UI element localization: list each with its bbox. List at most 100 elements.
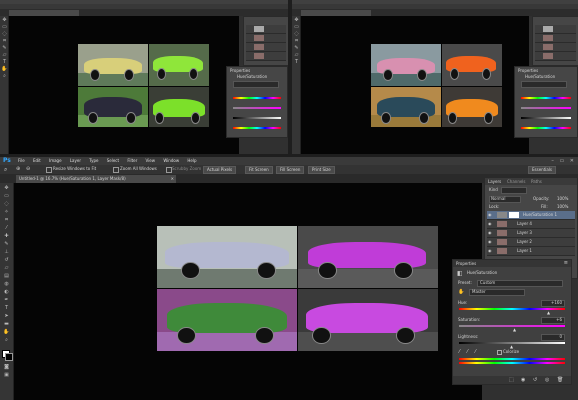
brush-tool-icon[interactable]: ✎ (293, 46, 300, 51)
reset-icon[interactable]: ↺ (533, 377, 537, 383)
brush-tool-icon[interactable]: ✎ (1, 46, 8, 51)
menu-image[interactable]: Image (49, 157, 62, 164)
eyedropper-minus-icon[interactable]: ⁄ (475, 349, 476, 355)
layer-row[interactable] (246, 43, 286, 52)
fit-screen-button[interactable]: Fit Screen (245, 166, 273, 174)
eyedropper-icon[interactable]: ⁄ (459, 349, 460, 355)
lasso-tool-icon[interactable]: ◌ (1, 32, 8, 37)
maximize-icon[interactable]: ▭ (559, 158, 564, 164)
blur-tool-icon[interactable]: ◍ (1, 282, 12, 287)
menu-edit[interactable]: Edit (33, 157, 41, 164)
hand-tool-icon[interactable]: ✋ (1, 330, 12, 335)
menu-filter[interactable]: Filter (127, 157, 137, 164)
eyedropper-plus-icon[interactable]: ⁄ (467, 349, 468, 355)
shape-tool-icon[interactable]: ▬ (1, 322, 12, 327)
blend-mode-select[interactable]: Normal (489, 196, 521, 203)
text-tool-icon[interactable]: T (293, 60, 300, 65)
clip-to-layer-icon[interactable]: ⬚ (509, 377, 514, 383)
tab-paths[interactable]: Paths (531, 180, 542, 184)
saturation-field[interactable]: +6 (541, 317, 565, 324)
lightness-slider[interactable] (233, 117, 281, 119)
layer-row[interactable] (535, 34, 576, 43)
eye-icon[interactable]: ◉ (488, 212, 492, 217)
hand-adjust-icon[interactable]: ✋ (458, 289, 464, 295)
zoom-all-checkbox[interactable] (113, 167, 119, 173)
path-select-tool-icon[interactable]: ➤ (1, 314, 12, 319)
colorize-checkbox[interactable] (497, 350, 502, 355)
layer-row[interactable] (535, 25, 576, 34)
move-tool-icon[interactable]: ✥ (1, 186, 12, 191)
resize-windows-checkbox[interactable] (46, 167, 52, 173)
menu-help[interactable]: Help (187, 157, 196, 164)
menu-layer[interactable]: Layer (70, 157, 81, 164)
background-color-swatch[interactable] (5, 353, 13, 361)
eye-icon[interactable]: ◉ (488, 221, 492, 226)
text-tool-icon[interactable]: T (1, 60, 8, 65)
zoom-out-icon[interactable]: ⊖ (26, 166, 30, 172)
lasso-tool-icon[interactable]: ◌ (1, 202, 12, 207)
saturation-slider[interactable] (233, 107, 281, 109)
brush-tool-icon[interactable]: ✎ (1, 242, 12, 247)
marquee-tool-icon[interactable]: ▭ (1, 194, 12, 199)
close-icon[interactable]: ✕ (570, 158, 574, 164)
hue-slider-thumb[interactable]: ▲ (547, 310, 550, 315)
menu-select[interactable]: Select (107, 157, 119, 164)
move-tool-icon[interactable]: ✥ (1, 18, 8, 23)
stamp-tool-icon[interactable]: ⊥ (1, 250, 12, 255)
trash-icon[interactable]: 🗑 (557, 377, 563, 383)
view-previous-icon[interactable]: ◉ (521, 377, 525, 383)
zoom-tool-icon[interactable]: ⌕ (1, 74, 8, 79)
quick-mask-icon[interactable]: ◙ (1, 365, 12, 370)
marquee-tool-icon[interactable]: ▭ (1, 25, 8, 30)
eyedropper-tool-icon[interactable]: ⁄ (1, 226, 12, 231)
actual-pixels-button[interactable]: Actual Pixels (203, 166, 237, 174)
healing-tool-icon[interactable]: ✚ (1, 234, 12, 239)
menu-type[interactable]: Type (89, 157, 98, 164)
menu-view[interactable]: View (146, 157, 156, 164)
gradient-tool-icon[interactable]: ▤ (1, 274, 12, 279)
preset-select[interactable] (233, 81, 279, 88)
saturation-slider[interactable] (459, 325, 565, 327)
quick-select-tool-icon[interactable]: ✧ (1, 210, 12, 215)
zoom-in-icon[interactable]: ⊕ (16, 166, 20, 172)
layer-row[interactable] (535, 43, 576, 52)
lightness-slider[interactable] (521, 117, 571, 119)
dodge-tool-icon[interactable]: ◐ (1, 290, 12, 295)
crop-tool-icon[interactable]: ⌗ (1, 218, 12, 223)
tab-close-icon[interactable]: ✕ (171, 176, 174, 181)
pen-tool-icon[interactable]: ✒ (1, 298, 12, 303)
hue-slider[interactable] (233, 97, 281, 99)
layer-row[interactable] (246, 34, 286, 43)
menu-file[interactable]: File (18, 157, 25, 164)
zoom-tool-icon[interactable]: ⌕ (1, 338, 12, 343)
tab-channels[interactable]: Channels (507, 180, 526, 184)
hue-slider[interactable] (521, 97, 571, 99)
screen-mode-icon[interactable]: ▣ (1, 373, 12, 378)
preset-select[interactable] (521, 81, 567, 88)
opacity-value[interactable]: 100% (557, 197, 568, 201)
tab-layers[interactable]: Layers (488, 180, 501, 184)
panel-menu-icon[interactable]: ≡ (564, 260, 568, 266)
lasso-tool-icon[interactable]: ◌ (293, 32, 300, 37)
eraser-tool-icon[interactable]: ▱ (1, 266, 12, 271)
hand-tool-icon[interactable]: ✋ (1, 67, 8, 72)
marquee-tool-icon[interactable]: ▭ (293, 25, 300, 30)
channel-select[interactable]: Master (469, 289, 525, 296)
text-tool-icon[interactable]: T (1, 306, 12, 311)
eraser-tool-icon[interactable]: ▱ (293, 53, 300, 58)
layer-row[interactable] (246, 25, 286, 34)
crop-tool-icon[interactable]: ⌗ (293, 39, 300, 44)
visibility-icon[interactable]: ◎ (545, 377, 549, 383)
workspace-select[interactable]: Essentials (528, 166, 557, 174)
eye-icon[interactable]: ◉ (488, 230, 492, 235)
layer-row-4[interactable]: ◉ Layer 4 (487, 220, 575, 229)
doc-tab[interactable]: Untitled-1 @ 16.7% (Hue/Saturation 1, La… (16, 175, 176, 183)
preset-select[interactable]: Custom (477, 280, 563, 287)
layer-row-3[interactable]: ◉ Layer 3 (487, 229, 575, 238)
fill-screen-button[interactable]: Fill Screen (276, 166, 305, 174)
menu-window[interactable]: Window (163, 157, 179, 164)
layer-row-1[interactable]: ◉ Layer 1 (487, 247, 575, 256)
minimize-icon[interactable]: – (551, 158, 554, 164)
eraser-tool-icon[interactable]: ▱ (1, 53, 8, 58)
print-size-button[interactable]: Print Size (308, 166, 335, 174)
